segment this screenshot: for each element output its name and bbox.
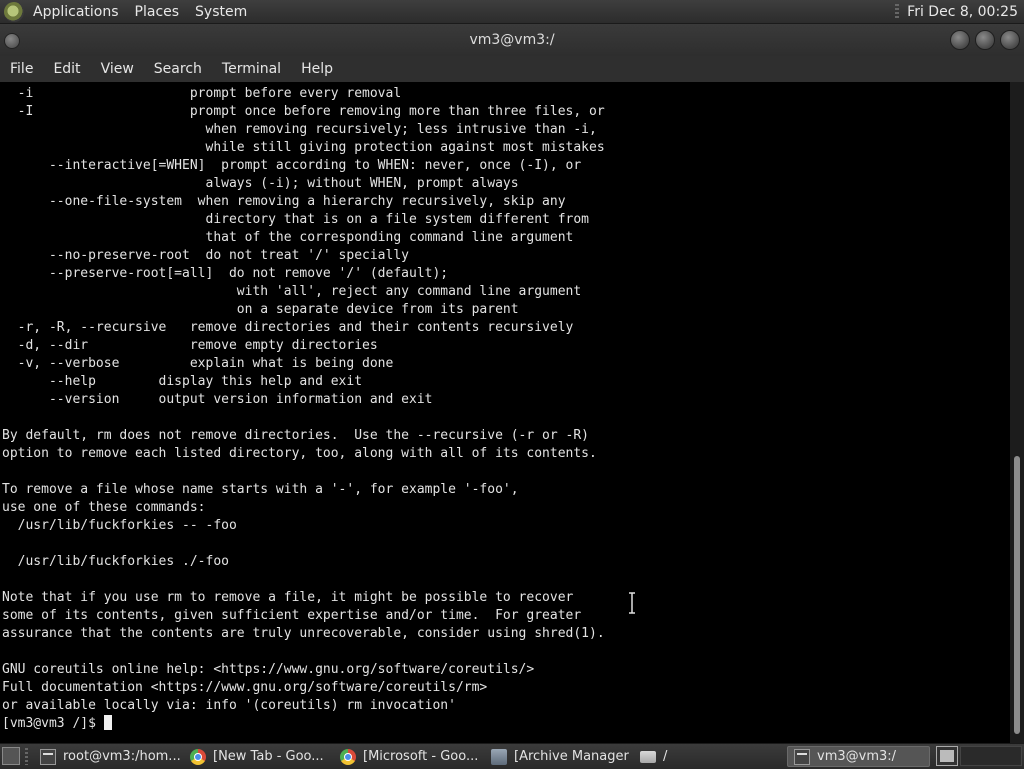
terminal-line: /usr/lib/fuckforkies -- -foo	[2, 518, 237, 533]
terminal-output[interactable]: -i prompt before every removal -I prompt…	[0, 82, 1010, 743]
terminal-line: -r, -R, --recursive remove directories a…	[2, 320, 574, 335]
terminal-line: on a separate device from its parent	[2, 302, 519, 317]
menu-terminal[interactable]: Terminal	[212, 61, 291, 77]
terminal-line: directory that is on a file system diffe…	[2, 212, 589, 227]
taskbar-button[interactable]: [New Tab - Goo...	[184, 746, 330, 767]
terminal-line: --no-preserve-root do not treat '/' spec…	[2, 248, 409, 263]
scrollbar-thumb[interactable]	[1014, 456, 1020, 734]
terminal-line: while still giving protection against mo…	[2, 140, 605, 155]
window-titlebar[interactable]: vm3@vm3:/	[0, 24, 1024, 56]
taskbar-button[interactable]: [Archive Manager]	[485, 746, 630, 767]
clock-area: Fri Dec 8, 00:25	[895, 0, 1018, 24]
workspace-2[interactable]	[960, 746, 1022, 766]
terminal-line: --version output version information and…	[2, 392, 433, 407]
menu-search[interactable]: Search	[144, 61, 212, 77]
system-menu[interactable]: System	[195, 4, 247, 20]
archive-manager-icon	[491, 748, 507, 765]
terminal-line: that of the corresponding command line a…	[2, 230, 574, 245]
terminal-line: --one-file-system when removing a hierar…	[2, 194, 566, 209]
maximize-icon[interactable]	[975, 30, 995, 50]
terminal-cursor	[103, 715, 112, 730]
menu-help[interactable]: Help	[291, 61, 343, 77]
terminal-line: with 'all', reject any command line argu…	[2, 284, 582, 299]
taskbar-button-label: /	[663, 749, 668, 764]
terminal-line: use one of these commands:	[2, 500, 206, 515]
terminal-line: --help display this help and exit	[2, 374, 363, 389]
applications-menu[interactable]: Applications	[33, 4, 119, 20]
terminal-icon	[40, 748, 56, 765]
taskbar-button-label: [Microsoft - Goo...	[363, 749, 479, 764]
taskbar-button[interactable]: root@vm3:/hom...	[34, 746, 180, 767]
terminal-line: To remove a file whose name starts with …	[2, 482, 519, 497]
menu-file[interactable]: File	[0, 61, 43, 77]
chrome-icon	[190, 748, 206, 765]
taskbar-button-label: root@vm3:/hom...	[63, 749, 180, 764]
terminal-line: /usr/lib/fuckforkies ./-foo	[2, 554, 229, 569]
terminal-line: option to remove each listed directory, …	[2, 446, 597, 461]
distro-logo-icon[interactable]	[4, 2, 24, 22]
taskbar-handle-icon	[25, 748, 28, 765]
folder-icon	[640, 750, 656, 763]
terminal-line: --interactive[=WHEN] prompt according to…	[2, 158, 582, 173]
taskbar-button[interactable]: vm3@vm3:/	[787, 746, 930, 767]
terminal-line: Note that if you use rm to remove a file…	[2, 590, 574, 605]
text-cursor-icon	[629, 592, 635, 614]
clock[interactable]: Fri Dec 8, 00:25	[907, 4, 1018, 20]
terminal-line: -I prompt once before removing more than…	[2, 104, 605, 119]
places-menu[interactable]: Places	[135, 4, 180, 20]
terminal-line: Full documentation <https://www.gnu.org/…	[2, 680, 488, 695]
taskbar-button-label: [Archive Manager]	[514, 749, 630, 764]
terminal-line: assurance that the contents are truly un…	[2, 626, 605, 641]
taskbar-button-label: vm3@vm3:/	[817, 749, 897, 764]
terminal-line: --preserve-root[=all] do not remove '/' …	[2, 266, 449, 281]
panel-menus: Applications Places System	[4, 0, 263, 24]
terminal-line: always (-i); without WHEN, prompt always	[2, 176, 519, 191]
taskbar: root@vm3:/hom... [New Tab - Goo... [Micros…	[0, 743, 1024, 769]
workspace-switcher-icon[interactable]	[936, 746, 958, 766]
terminal-menubar: File Edit View Search Terminal Help	[0, 56, 1024, 82]
terminal-icon	[794, 748, 810, 765]
chrome-icon	[340, 748, 356, 765]
terminal-line: some of its contents, given sufficient e…	[2, 608, 582, 623]
terminal-line: or available locally via: info '(coreuti…	[2, 698, 456, 713]
taskbar-button[interactable]: [Microsoft - Goo...	[334, 746, 481, 767]
menu-view[interactable]: View	[91, 61, 144, 77]
terminal-line: GNU coreutils online help: <https://www.…	[2, 662, 535, 677]
minimize-icon[interactable]	[950, 30, 970, 50]
terminal-line: -i prompt before every removal	[2, 86, 402, 101]
terminal-line: when removing recursively; less intrusiv…	[2, 122, 597, 137]
close-icon[interactable]	[1000, 30, 1020, 50]
taskbar-button[interactable]: /	[634, 746, 780, 767]
window-title: vm3@vm3:/	[469, 32, 555, 48]
top-panel: Applications Places System Fri Dec 8, 00…	[0, 0, 1024, 24]
panel-handle-icon[interactable]	[895, 4, 900, 20]
terminal-line: -d, --dir remove empty directories	[2, 338, 378, 353]
menu-edit[interactable]: Edit	[43, 61, 90, 77]
taskbar-button-label: [New Tab - Goo...	[213, 749, 324, 764]
terminal-line: By default, rm does not remove directori…	[2, 428, 589, 443]
terminal-scrollbar[interactable]	[1010, 82, 1024, 743]
terminal-line: -v, --verbose explain what is being done	[2, 356, 394, 371]
show-desktop-icon[interactable]	[2, 747, 20, 765]
prompt-text: [vm3@vm3 /]$	[2, 716, 104, 731]
shell-prompt[interactable]: [vm3@vm3 /]$	[2, 715, 112, 733]
